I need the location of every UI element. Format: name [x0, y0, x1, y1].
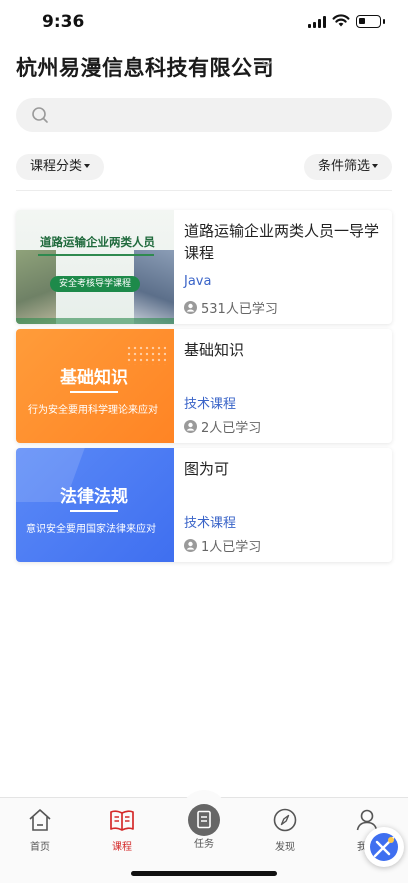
filter-caret-icon: [372, 164, 378, 168]
home-indicator: [131, 871, 277, 876]
course-title: 道路运输企业两类人员一导学课程: [184, 222, 380, 262]
course-tag: 技术课程: [184, 516, 237, 531]
tab-home[interactable]: 首页: [10, 806, 70, 853]
condition-filter-label: 条件筛选: [317, 159, 370, 174]
thumbnail-subtitle: 意识安全要用国家法律来应对: [26, 524, 156, 535]
learner-count: 531人已学习: [201, 302, 278, 317]
user-circle-icon: [184, 420, 197, 433]
satellite-icon: [370, 833, 398, 861]
tab-label: 任务: [194, 839, 214, 850]
tab-label: 课程: [112, 842, 132, 853]
truck-image: [134, 250, 174, 324]
tab-discover[interactable]: 发现: [255, 806, 315, 853]
compass-icon: [273, 808, 297, 832]
divider: [16, 190, 392, 191]
company-title[interactable]: 杭州易漫信息科技有限公司: [16, 52, 274, 82]
course-card[interactable]: 基础知识 行为安全要用科学理论来应对 基础知识 技术课程 2人已学习: [16, 329, 392, 443]
tab-label: 首页: [30, 842, 50, 853]
course-list: 道路运输企业两类人员 安全考核导学课程 道路运输企业两类人员一导学课程 Java…: [16, 210, 392, 567]
course-tag: Java: [184, 274, 212, 289]
learner-count: 2人已学习: [201, 421, 262, 436]
signal-icon: [308, 16, 326, 28]
course-learners: 531人已学习: [184, 298, 278, 317]
user-circle-icon: [184, 539, 197, 552]
thumbnail-heading: 法律法规: [60, 487, 128, 507]
battery-icon: [356, 15, 385, 28]
user-circle-icon: [184, 301, 197, 314]
course-thumbnail: 法律法规 意识安全要用国家法律来应对: [16, 448, 174, 562]
course-learners: 1人已学习: [184, 536, 261, 555]
course-learners: 2人已学习: [184, 417, 261, 436]
course-title: 基础知识: [184, 341, 245, 359]
caret-down-icon: [84, 164, 91, 168]
condition-filter-button[interactable]: 条件筛选: [303, 154, 392, 180]
tab-courses[interactable]: 课程: [92, 806, 152, 853]
book-icon: [110, 810, 134, 831]
thumbnail-subtitle: 行为安全要用科学理论来应对: [28, 405, 158, 416]
search-icon: [32, 107, 48, 123]
course-thumbnail: 基础知识 行为安全要用科学理论来应对: [16, 329, 174, 443]
learner-count: 1人已学习: [201, 540, 262, 555]
course-card[interactable]: 道路运输企业两类人员 安全考核导学课程 道路运输企业两类人员一导学课程 Java…: [16, 210, 392, 324]
category-filter-button[interactable]: 课程分类: [16, 154, 105, 180]
floating-action-button[interactable]: [364, 827, 404, 867]
course-thumbnail: 道路运输企业两类人员 安全考核导学课程: [16, 210, 174, 324]
thumbnail-heading: 道路运输企业两类人员: [40, 235, 155, 249]
thumbnail-pill: 安全考核导学课程: [50, 276, 140, 292]
wifi-icon: [332, 14, 350, 27]
status-time: 9:36: [42, 12, 85, 32]
search-input[interactable]: [16, 98, 392, 132]
course-tag: 技术课程: [184, 397, 237, 412]
course-title: 图为可: [184, 460, 230, 478]
status-bar: 9:36: [0, 0, 408, 44]
tab-tasks[interactable]: 任务: [174, 804, 234, 850]
category-filter-label: 课程分类: [30, 159, 83, 174]
tab-label: 发现: [275, 842, 295, 853]
task-icon: [188, 804, 220, 836]
chevron-down-icon[interactable]: [261, 58, 273, 70]
home-icon: [29, 809, 51, 831]
thumbnail-heading: 基础知识: [60, 368, 128, 388]
course-card[interactable]: 法律法规 意识安全要用国家法律来应对 图为可 技术课程 1人已学习: [16, 448, 392, 562]
